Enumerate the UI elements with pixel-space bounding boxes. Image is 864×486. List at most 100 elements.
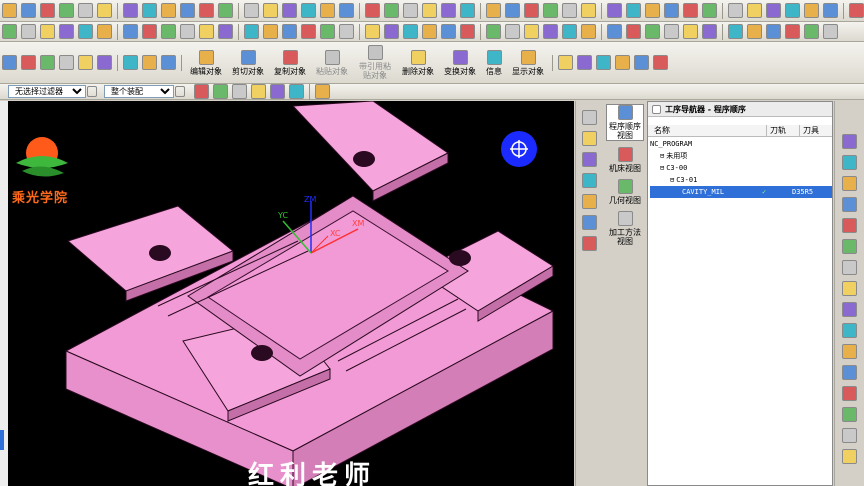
resource-bar-icon[interactable] [582, 194, 597, 209]
toolbar-icon[interactable] [123, 24, 138, 39]
toolbar-icon[interactable] [626, 24, 641, 39]
right-toolbar-icon[interactable] [842, 407, 857, 422]
toolbar-icon[interactable] [142, 24, 157, 39]
toolbar-icon[interactable] [683, 24, 698, 39]
resource-bar-icon[interactable] [582, 152, 597, 167]
toolbar-icon[interactable] [78, 24, 93, 39]
toolbar-icon[interactable] [142, 55, 157, 70]
command-button[interactable]: 编辑对象 [190, 49, 222, 76]
toolbar-icon[interactable] [2, 3, 17, 18]
toolbar-icon[interactable] [422, 24, 437, 39]
toolbar-icon[interactable] [702, 3, 717, 18]
right-toolbar-icon[interactable] [842, 197, 857, 212]
toolbar-icon[interactable] [123, 55, 138, 70]
toolbar-icon[interactable] [40, 3, 55, 18]
toolbar-icon[interactable] [21, 24, 36, 39]
toolbar-icon[interactable] [78, 55, 93, 70]
toolbar-icon[interactable] [213, 84, 228, 99]
toolbar-icon[interactable] [702, 24, 717, 39]
command-button[interactable]: 信息 [486, 49, 502, 76]
toolbar-icon[interactable] [384, 24, 399, 39]
toolbar-icon[interactable] [505, 24, 520, 39]
command-button[interactable]: 变换对象 [444, 49, 476, 76]
toolbar-icon[interactable] [384, 3, 399, 18]
toolbar-icon[interactable] [251, 84, 266, 99]
toolbar-icon[interactable] [823, 3, 838, 18]
resource-bar-icon[interactable] [582, 173, 597, 188]
toolbar-icon[interactable] [78, 3, 93, 18]
right-toolbar-icon[interactable] [842, 239, 857, 254]
toolbar-icon[interactable] [804, 3, 819, 18]
toolbar-icon[interactable] [232, 84, 247, 99]
command-button[interactable]: 删除对象 [402, 49, 434, 76]
toolbar-icon[interactable] [823, 24, 838, 39]
toolbar-icon[interactable] [282, 24, 297, 39]
toolbar-icon[interactable] [785, 24, 800, 39]
toolbar-icon[interactable] [161, 3, 176, 18]
toolbar-icon[interactable] [97, 3, 112, 18]
right-toolbar-icon[interactable] [842, 344, 857, 359]
toolbar-icon[interactable] [123, 3, 138, 18]
toolbar-icon[interactable] [403, 3, 418, 18]
assembly-scope-dropdown[interactable]: 整个装配 [104, 85, 174, 98]
toolbar-icon[interactable] [562, 3, 577, 18]
navigator-row[interactable]: ⊟ 未用项 [650, 150, 832, 162]
toolbar-icon[interactable] [607, 3, 622, 18]
navigator-view-tab[interactable]: 加工方法视图 [607, 211, 643, 246]
column-header-name[interactable]: 名称 [648, 125, 768, 136]
toolbar-icon[interactable] [634, 55, 649, 70]
column-header-toolpath[interactable]: 刀轨 [767, 125, 801, 136]
toolbar-icon[interactable] [581, 24, 596, 39]
toolbar-icon[interactable] [664, 3, 679, 18]
toolbar-icon[interactable] [194, 84, 209, 99]
toolbar-icon[interactable] [441, 3, 456, 18]
toolbar-icon[interactable] [2, 24, 17, 39]
navigator-view-tab[interactable]: 几何视图 [607, 179, 643, 205]
right-toolbar-icon[interactable] [842, 365, 857, 380]
right-toolbar-icon[interactable] [842, 386, 857, 401]
resource-bar-icon[interactable] [582, 110, 597, 125]
navigator-row[interactable]: NC_PROGRAM [650, 138, 832, 150]
toolbar-icon[interactable] [664, 24, 679, 39]
toolbar-icon[interactable] [218, 24, 233, 39]
toolbar-icon[interactable] [543, 3, 558, 18]
resource-bar-icon[interactable] [582, 131, 597, 146]
toolbar-icon[interactable] [766, 3, 781, 18]
toolbar-icon[interactable] [320, 24, 335, 39]
toolbar-icon[interactable] [460, 24, 475, 39]
command-button[interactable]: 粘贴对象 [316, 49, 348, 76]
toolbar-icon[interactable] [645, 24, 660, 39]
right-toolbar-icon[interactable] [842, 134, 857, 149]
toolbar-icon[interactable] [320, 3, 335, 18]
toolbar-icon[interactable] [403, 24, 418, 39]
right-toolbar-icon[interactable] [842, 281, 857, 296]
toolbar-icon[interactable] [626, 3, 641, 18]
toolbar-icon[interactable] [142, 3, 157, 18]
toolbar-icon[interactable] [645, 3, 660, 18]
toolbar-icon[interactable] [59, 24, 74, 39]
toolbar-icon[interactable] [59, 55, 74, 70]
toolbar-icon[interactable] [543, 24, 558, 39]
toolbar-icon[interactable] [270, 84, 285, 99]
right-toolbar-icon[interactable] [842, 323, 857, 338]
command-button[interactable]: 显示对象 [512, 49, 544, 76]
toolbar-icon[interactable] [596, 55, 611, 70]
right-toolbar-icon[interactable] [842, 428, 857, 443]
toolbar-icon[interactable] [785, 3, 800, 18]
right-toolbar-icon[interactable] [842, 449, 857, 464]
dropdown-arrow-icon[interactable] [175, 86, 185, 97]
navigator-row[interactable]: ⊟ C3-00 [650, 162, 832, 174]
toolbar-icon[interactable] [607, 24, 622, 39]
toolbar-icon[interactable] [505, 3, 520, 18]
toolbar-icon[interactable] [301, 3, 316, 18]
dropdown-arrow-icon[interactable] [87, 86, 97, 97]
toolbar-icon[interactable] [97, 24, 112, 39]
toolbar-icon[interactable] [199, 24, 214, 39]
toolbar-icon[interactable] [315, 84, 330, 99]
toolbar-icon[interactable] [441, 24, 456, 39]
tree-expander-icon[interactable]: ⊟ [660, 152, 664, 160]
tree-expander-icon[interactable]: ⊟ [660, 164, 664, 172]
toolbar-icon[interactable] [849, 3, 864, 18]
toolbar-icon[interactable] [615, 55, 630, 70]
toolbar-icon[interactable] [365, 3, 380, 18]
